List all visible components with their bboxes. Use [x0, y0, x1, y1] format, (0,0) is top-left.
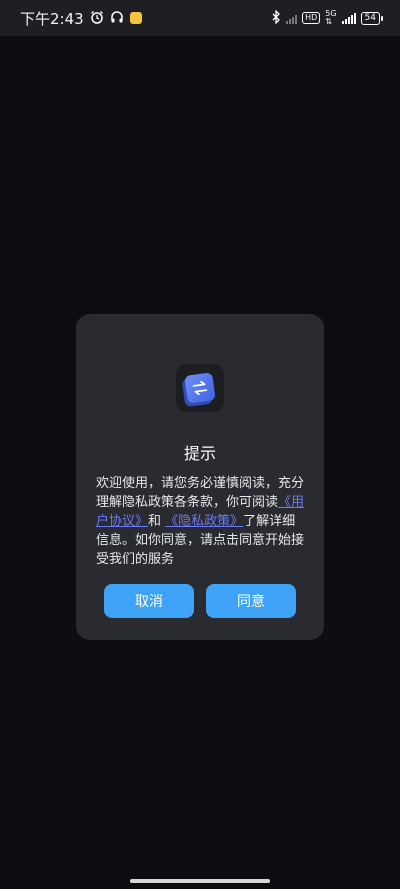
status-bar-left: 下午2:43	[20, 8, 142, 29]
status-time: 下午2:43	[20, 9, 84, 28]
message-text-1: 欢迎使用，请您务必谨慎阅读，充分理解隐私政策各条款，你可阅读	[96, 476, 305, 510]
swap-arrows-icon	[184, 372, 216, 404]
network-type: 5G ⇅	[325, 10, 336, 26]
privacy-dialog: 提示 欢迎使用，请您务必谨慎阅读，充分理解隐私政策各条款，你可阅读《用户协议》和…	[76, 314, 324, 640]
signal-weak-icon	[286, 13, 298, 24]
privacy-policy-link[interactable]: 《隐私政策》	[165, 514, 243, 529]
data-arrows-icon: ⇅	[325, 17, 332, 26]
app-logo	[176, 364, 224, 412]
bluetooth-icon	[271, 8, 281, 27]
hd-badge: HD	[302, 12, 321, 24]
signal-strong-icon	[341, 12, 356, 24]
status-bar-right: HD 5G ⇅ 54	[271, 8, 384, 27]
headphones-icon	[110, 10, 124, 27]
cancel-button[interactable]: 取消	[104, 584, 194, 618]
alarm-icon	[90, 10, 104, 27]
status-bar: 下午2:43 HD 5G ⇅ 54	[0, 0, 400, 36]
dialog-message: 欢迎使用，请您务必谨慎阅读，充分理解隐私政策各条款，你可阅读《用户协议》和 《隐…	[96, 474, 308, 569]
message-text-and: 和	[148, 514, 166, 529]
notification-app-icon	[129, 12, 142, 24]
dialog-title: 提示	[183, 444, 216, 463]
battery-indicator: 54	[360, 11, 384, 25]
agree-button[interactable]: 同意	[206, 584, 296, 618]
home-indicator[interactable]	[130, 879, 270, 883]
